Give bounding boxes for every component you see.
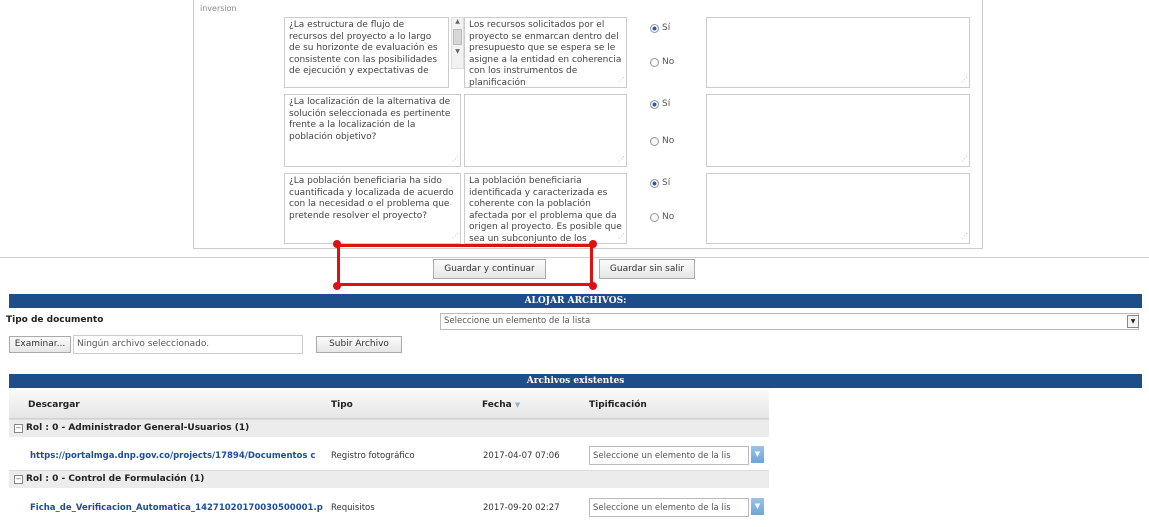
no-file-text: Ningún archivo seleccionado. [77,339,210,349]
observation-1-textarea[interactable]: ⋰ [706,17,970,88]
tipificacion-select[interactable]: Seleccione un elemento de la lis [589,498,749,517]
col-tipo[interactable]: Tipo [331,400,353,410]
question-2-text[interactable]: ¿La localización de la alternativa de so… [284,94,461,167]
criterion-3-text[interactable]: La población beneficiaria identificada y… [464,173,627,244]
question-1-scrollbar[interactable]: ▲ ▼ [451,17,464,69]
observation-3-textarea[interactable]: ⋰ [706,173,970,244]
chevron-down-icon[interactable]: ▼ [751,498,764,515]
upload-header-bar: ALOJAR ARCHIVOS: [9,294,1142,308]
browse-button[interactable]: Examinar... [9,336,71,353]
col-tipificacion[interactable]: Tipificación [589,400,647,410]
resize-grip-icon[interactable]: ⋰ [618,154,625,166]
resize-grip-icon[interactable]: ⋰ [961,75,968,87]
radio-unchecked-icon[interactable] [650,212,659,222]
file-download-link[interactable]: https://portalmga.dnp.gov.co/projects/17… [30,451,326,461]
col-fecha[interactable]: Fecha ▼ [482,400,520,410]
upload-file-button[interactable]: Subir Archivo [316,336,402,353]
doc-type-label: Tipo de documento [6,315,104,325]
chevron-down-icon[interactable]: ▼ [1127,315,1139,328]
resize-grip-icon[interactable]: ⋰ [961,154,968,166]
radio-si-1[interactable]: Sí [650,23,670,33]
radio-si-2[interactable]: Sí [650,99,670,109]
radio-no-1[interactable]: No [650,57,674,67]
radio-checked-icon[interactable] [650,178,659,188]
tipificacion-select[interactable]: Seleccione un elemento de la lis [589,446,749,465]
observation-2-textarea[interactable]: ⋰ [706,94,970,167]
col-descargar[interactable]: Descargar [28,400,80,410]
highlight-corner [333,240,341,248]
radio-unchecked-icon[interactable] [650,136,659,146]
file-fecha: 2017-04-07 07:06 [483,451,560,461]
resize-grip-icon[interactable]: ⋰ [452,154,459,166]
file-fecha: 2017-09-20 02:27 [483,503,560,513]
question-3-text[interactable]: ¿La población beneficiaria ha sido cuant… [284,173,461,244]
sort-down-icon: ▼ [514,401,521,409]
resize-grip-icon[interactable]: ⋰ [618,75,625,87]
highlight-corner [589,240,597,248]
radio-no-2[interactable]: No [650,136,674,146]
criterion-2-text[interactable]: ⋰ [464,94,627,167]
chevron-down-icon[interactable]: ▼ [751,446,764,463]
group-row[interactable]: − Rol : 0 - Control de Formulación (1) [9,470,769,488]
collapse-icon[interactable]: − [14,475,23,484]
criterion-1-text[interactable]: Los recursos solicitados por el proyecto… [464,17,627,88]
radio-unchecked-icon[interactable] [650,57,659,67]
resize-grip-icon[interactable]: ⋰ [618,231,625,243]
file-tipo: Registro fotográfico [331,451,415,461]
highlight-box [337,244,593,286]
file-download-link[interactable]: Ficha_de_Verificacion_Automatica_1427102… [30,503,326,513]
highlight-corner [589,282,597,290]
radio-checked-icon[interactable] [650,99,659,109]
file-tipo: Requisitos [331,503,375,513]
resize-grip-icon[interactable]: ⋰ [961,231,968,243]
section-label: inversion [200,4,237,13]
highlight-corner [333,282,341,290]
save-stay-button[interactable]: Guardar sin salir [599,259,695,279]
doc-type-select[interactable]: Seleccione un elemento de la lista [440,313,1139,330]
files-table-header [9,390,769,419]
resize-grip-icon[interactable]: ⋰ [452,231,459,243]
question-1-text[interactable]: ¿La estructura de flujo de recursos del … [284,17,449,88]
radio-no-3[interactable]: No [650,212,674,222]
collapse-icon[interactable]: − [14,424,23,433]
radio-si-3[interactable]: Sí [650,178,670,188]
files-header-bar: Archivos existentes [9,374,1142,388]
radio-checked-icon[interactable] [650,23,659,33]
group-row[interactable]: − Rol : 0 - Administrador General-Usuari… [9,419,769,437]
